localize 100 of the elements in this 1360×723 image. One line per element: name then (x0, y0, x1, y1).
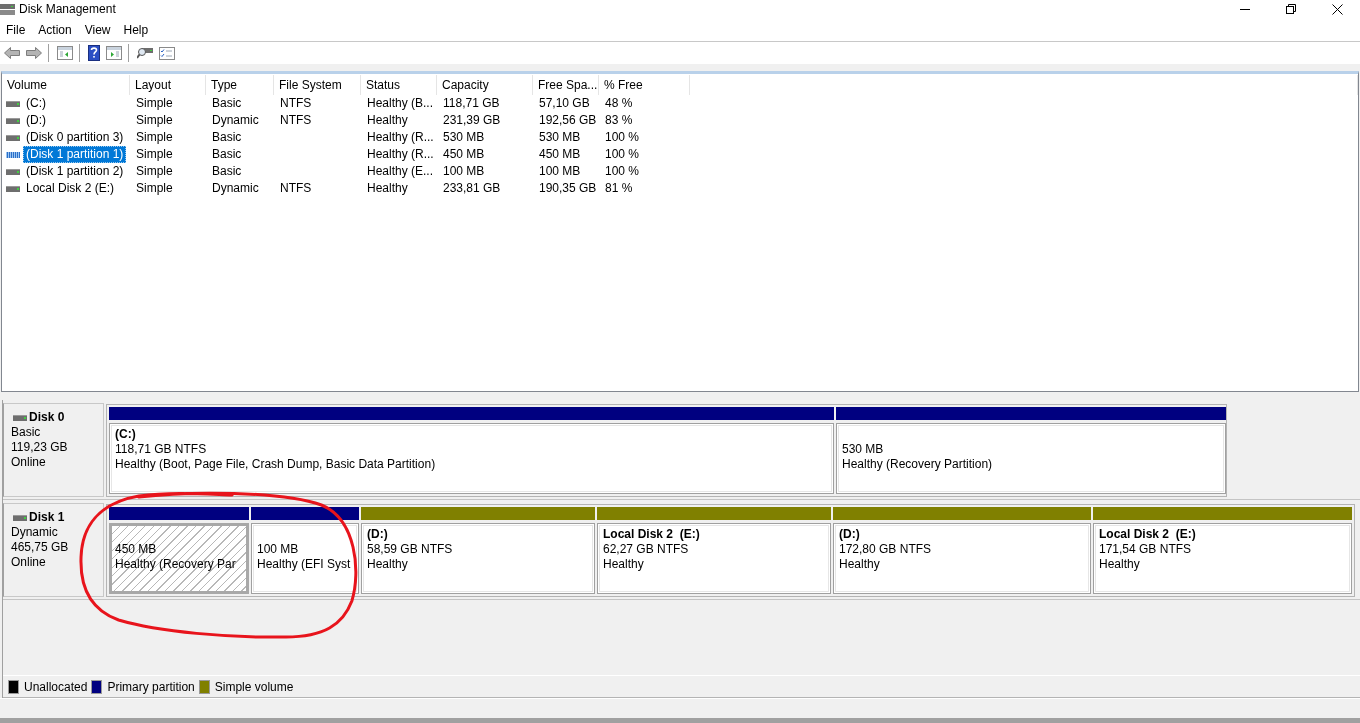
partition-status: Healthy (Boot, Page File, Crash Dump, Basic Data Partition) (115, 457, 436, 471)
column-header[interactable]: Volume (2, 75, 130, 95)
type-value: Basic (212, 95, 242, 112)
free-space-value: 57,10 GB (539, 95, 590, 112)
partition-size: 100 MB (257, 542, 299, 556)
free-space-value: 530 MB (539, 129, 581, 146)
file-system-value: NTFS (280, 112, 312, 129)
partition-box[interactable]: 450 MB Healthy (Recovery Par (109, 523, 249, 594)
status-value: Healthy (R... (367, 129, 434, 146)
capacity-value: 118,71 GB (443, 95, 500, 112)
partition-box[interactable]: (C:) 118,71 GB NTFS Healthy (Boot, Page File, Crash Dump, Basic Data Partition) (109, 423, 834, 494)
partition-size: 171,54 GB NTFS (1099, 542, 1192, 556)
disk-drive-icon (0, 3, 15, 15)
legend-label: Simple volume (214, 679, 294, 694)
disk-info-panel[interactable]: Disk 0 Basic 119,23 GB Online (3, 403, 104, 497)
percent-free-value: 100 % (605, 129, 640, 146)
column-header[interactable]: Layout (130, 75, 206, 95)
entry-name[interactable]: (Disk 0 partition 3) (23, 129, 127, 146)
file-system-value: NTFS (280, 95, 312, 112)
partition-name: Local Disk 2 (E:) (1099, 527, 1196, 541)
partition-status: Healthy (839, 557, 880, 571)
checklist-icon[interactable] (159, 46, 175, 60)
type-value: Dynamic (212, 180, 259, 197)
drive-icon (6, 185, 20, 192)
column-header[interactable]: Type (206, 75, 274, 95)
free-space-value: 450 MB (539, 146, 581, 163)
layout-value: Simple (136, 129, 173, 146)
capacity-value: 233,81 GB (443, 180, 501, 197)
status-value: Healthy (B... (367, 95, 434, 112)
disk-status: Online (11, 455, 46, 470)
drive-icon (13, 514, 27, 521)
status-value: Healthy (R... (367, 146, 434, 163)
percent-free-value: 83 % (605, 112, 633, 129)
partition-size: 62,27 GB NTFS (603, 542, 689, 556)
entry-name[interactable]: Local Disk 2 (E:) (23, 180, 118, 197)
entry-name[interactable]: (C:) (23, 95, 49, 112)
partition-status: Healthy (Recovery Par (115, 557, 236, 571)
menu-item[interactable]: View (77, 20, 118, 39)
drive-magnifier-icon[interactable] (137, 46, 153, 60)
menu-item[interactable]: Help (116, 20, 156, 39)
partition-status: Healthy (Recovery Partition) (842, 457, 993, 471)
partition-box[interactable]: (D:) 58,59 GB NTFS Healthy (361, 523, 595, 594)
layout-value: Simple (136, 180, 173, 197)
disk-name: Disk 0 (29, 410, 65, 425)
disk-name: Disk 1 (29, 510, 65, 525)
disk-type: Dynamic (11, 525, 58, 540)
striped-drive-icon (6, 151, 20, 158)
legend-label: Primary partition (107, 679, 195, 694)
layout-value: Simple (136, 112, 173, 129)
type-value: Basic (212, 163, 242, 180)
status-value: Healthy (367, 112, 408, 129)
partition-name: (D:) (839, 527, 860, 541)
capacity-value: 231,39 GB (443, 112, 501, 129)
layout-value: Simple (136, 163, 173, 180)
partition-box[interactable]: 100 MB Healthy (EFI Syst (251, 523, 359, 594)
drive-icon (13, 414, 27, 421)
column-header[interactable]: Free Spa... (533, 75, 599, 95)
percent-free-value: 48 % (605, 95, 633, 112)
drive-icon (6, 134, 20, 141)
disk-size: 465,75 GB (11, 540, 69, 555)
column-header[interactable]: Capacity (437, 75, 533, 95)
partition-status: Healthy (EFI Syst (257, 557, 351, 571)
help-icon[interactable] (88, 45, 100, 61)
disk-info-panel[interactable]: Disk 1 Dynamic 465,75 GB Online (3, 503, 104, 597)
status-value: Healthy (367, 180, 408, 197)
drive-icon (6, 100, 20, 107)
partition-box[interactable]: (D:) 172,80 GB NTFS Healthy (833, 523, 1091, 594)
free-space-value: 192,56 GB (539, 112, 597, 129)
drive-icon (6, 117, 20, 124)
partition-name: Local Disk 2 (E:) (603, 527, 700, 541)
column-header[interactable]: Status (361, 75, 437, 95)
close-icon (1331, 3, 1343, 15)
partition-box[interactable]: Local Disk 2 (E:) 171,54 GB NTFS Healthy (1093, 523, 1352, 594)
menu-item[interactable]: File (0, 20, 33, 39)
percent-free-value: 100 % (605, 146, 640, 163)
partition-name: (D:) (367, 527, 388, 541)
type-value: Dynamic (212, 112, 259, 129)
column-header[interactable]: File System (274, 75, 361, 95)
capacity-value: 450 MB (443, 146, 485, 163)
free-space-value: 100 MB (539, 163, 581, 180)
partition-box[interactable]: Local Disk 2 (E:) 62,27 GB NTFS Healthy (597, 523, 831, 594)
partition-status: Healthy (367, 557, 408, 571)
partition-size: 450 MB (115, 542, 157, 556)
partition-status: Healthy (1099, 557, 1140, 571)
type-value: Basic (212, 146, 242, 163)
back-arrow-icon[interactable] (4, 47, 20, 59)
window-title: Disk Management (19, 2, 116, 16)
layout-value: Simple (136, 95, 173, 112)
column-header[interactable]: % Free (599, 75, 690, 95)
status-value: Healthy (E... (367, 163, 434, 180)
legend-label: Unallocated (24, 679, 88, 694)
entry-name[interactable]: (D:) (23, 112, 49, 129)
partition-size: 172,80 GB NTFS (839, 542, 932, 556)
menu-item[interactable]: Action (31, 20, 79, 39)
entry-name[interactable]: (Disk 1 partition 1) (23, 146, 127, 163)
partition-box[interactable]: 530 MB Healthy (Recovery Partition) (836, 423, 1226, 494)
partition-size: 118,71 GB NTFS (115, 442, 207, 456)
forward-arrow-icon[interactable] (26, 47, 42, 59)
percent-free-value: 81 % (605, 180, 633, 197)
entry-name[interactable]: (Disk 1 partition 2) (23, 163, 127, 180)
